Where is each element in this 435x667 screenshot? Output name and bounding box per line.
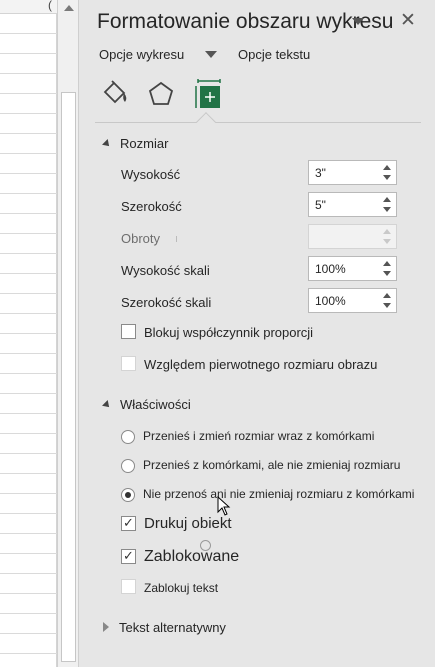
- locked-checkbox[interactable]: ✓: [121, 548, 136, 564]
- width-decrement-icon[interactable]: [382, 205, 392, 215]
- width-increment-icon[interactable]: [382, 195, 392, 205]
- checkmark-icon: ✓: [123, 548, 134, 563]
- rotation-decrement-icon: [382, 237, 392, 247]
- spreadsheet-grid[interactable]: (: [0, 0, 57, 667]
- column-header-glyph: (: [48, 0, 52, 12]
- radio-move-size[interactable]: [121, 430, 135, 444]
- radio-move-only-label: Przenieś z komórkami, ale nie zmieniaj r…: [143, 458, 401, 472]
- pane-options-dropdown-icon[interactable]: [349, 12, 367, 30]
- width-label: Szerokość: [121, 199, 182, 214]
- chart-options-chevron-down-icon[interactable]: [205, 51, 217, 58]
- format-chart-area-pane: Formatowanie obszaru wykresu ✕ Opcje wyk…: [81, 0, 435, 667]
- vertical-scrollbar[interactable]: [57, 0, 79, 667]
- scale-width-decrement-icon[interactable]: [382, 301, 392, 311]
- scale-width-label: Szerokość skali: [121, 295, 212, 310]
- section-collapsed-icon: [103, 622, 109, 632]
- scrollbar-thumb[interactable]: [61, 92, 76, 662]
- rotation-spinner: [308, 224, 397, 249]
- scale-height-decrement-icon[interactable]: [382, 269, 392, 279]
- rotation-input: [309, 225, 377, 248]
- mouse-cursor-icon: [217, 496, 231, 516]
- chart-options-tab[interactable]: Opcje wykresu: [99, 47, 184, 62]
- effects-icon[interactable]: [145, 78, 177, 110]
- rotation-increment-icon: [382, 227, 392, 237]
- column-header: (: [0, 0, 57, 14]
- active-tab-indicator: [196, 112, 216, 132]
- properties-section-title: Właściwości: [120, 397, 191, 412]
- height-spinner[interactable]: [308, 160, 397, 185]
- alt-text-section-title: Tekst alternatywny: [119, 620, 226, 635]
- width-input[interactable]: [309, 193, 377, 216]
- properties-section-header[interactable]: Właściwości: [102, 397, 191, 412]
- close-icon[interactable]: ✕: [399, 11, 417, 30]
- scale-height-input[interactable]: [309, 257, 377, 280]
- height-label: Wysokość: [121, 167, 181, 182]
- text-options-tab[interactable]: Opcje tekstu: [238, 47, 310, 62]
- fill-line-icon[interactable]: [99, 78, 131, 110]
- size-section-title: Rozmiar: [120, 136, 169, 151]
- print-object-checkbox[interactable]: ✓: [121, 515, 136, 531]
- relative-original-checkbox: [121, 356, 136, 371]
- tab-divider: [95, 122, 421, 123]
- info-icon: [200, 540, 211, 551]
- scale-width-spinner[interactable]: [308, 288, 397, 313]
- scale-height-label: Wysokość skali: [121, 263, 210, 278]
- size-section-header[interactable]: Rozmiar: [102, 136, 169, 151]
- scale-height-spinner[interactable]: [308, 256, 397, 281]
- lock-aspect-label: Blokuj współczynnik proporcji: [144, 325, 314, 340]
- lock-text-checkbox: [121, 579, 136, 594]
- radio-move-only[interactable]: [121, 459, 135, 473]
- section-expanded-icon: [102, 139, 112, 149]
- height-increment-icon[interactable]: [382, 163, 392, 173]
- rotation-tick: [176, 236, 177, 242]
- checkmark-icon: ✓: [123, 515, 134, 530]
- spreadsheet-rows[interactable]: [0, 14, 57, 667]
- rotation-label: Obroty: [121, 231, 161, 246]
- scale-width-input[interactable]: [309, 289, 377, 312]
- radio-selected-dot: [125, 492, 131, 498]
- radio-move-size-label: Przenieś i zmień rozmiar wraz z komórkam…: [143, 429, 375, 443]
- print-object-label: Drukuj obiekt: [144, 515, 232, 532]
- scroll-up-arrow-icon[interactable]: [64, 5, 74, 11]
- size-properties-icon[interactable]: [193, 78, 225, 110]
- scale-width-increment-icon[interactable]: [382, 291, 392, 301]
- section-expanded-icon: [102, 400, 112, 410]
- radio-no-move[interactable]: [121, 488, 135, 502]
- radio-no-move-label: Nie przenoś ani nie zmieniaj rozmiaru z …: [143, 487, 415, 501]
- lock-aspect-checkbox[interactable]: [121, 324, 136, 339]
- height-decrement-icon[interactable]: [382, 173, 392, 183]
- relative-original-label: Względem pierwotnego rozmiaru obrazu: [144, 357, 378, 372]
- lock-text-label: Zablokuj tekst: [144, 581, 219, 595]
- alt-text-section-header[interactable]: Tekst alternatywny: [103, 620, 226, 635]
- locked-label: Zablokowane: [144, 548, 240, 565]
- height-input[interactable]: [309, 161, 377, 184]
- scale-height-increment-icon[interactable]: [382, 259, 392, 269]
- width-spinner[interactable]: [308, 192, 397, 217]
